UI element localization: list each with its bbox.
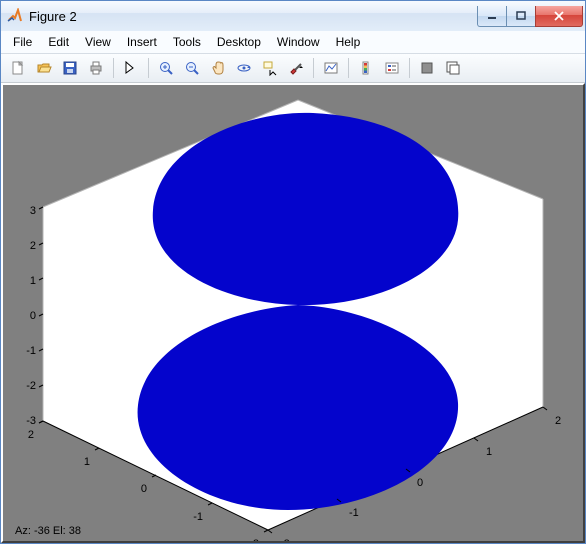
figure-window: Figure 2 File Edit View Insert Tools Des… [0,0,586,544]
pan-button[interactable] [206,56,230,80]
x-tick: 1 [486,446,492,458]
menu-window[interactable]: Window [269,33,328,51]
z-tick: -3 [26,415,36,427]
toolbar [1,54,585,83]
matlab-icon [7,8,23,24]
open-button[interactable] [32,56,56,80]
view-angle-status: Az: -36 El: 38 [15,525,81,537]
y-tick: 2 [28,429,34,441]
edit-plot-button[interactable] [119,56,143,80]
save-button[interactable] [58,56,82,80]
show-tools-button[interactable] [441,56,465,80]
x-tick: -2 [280,538,290,541]
hide-tools-button[interactable] [415,56,439,80]
y-tick: 1 [84,456,90,468]
toolbar-separator [409,58,410,78]
menu-view[interactable]: View [77,33,119,51]
y-tick: 0 [141,483,147,495]
x-tick: 2 [555,415,561,427]
minimize-button[interactable] [477,6,507,27]
z-tick: 0 [30,310,36,322]
menu-tools[interactable]: Tools [165,33,209,51]
z-tick: 2 [30,240,36,252]
toolbar-separator [148,58,149,78]
x-tick: -1 [349,507,359,519]
y-tick: -1 [193,511,203,523]
close-button[interactable] [535,6,583,27]
y-tick: -2 [249,538,259,541]
link-plot-button[interactable] [319,56,343,80]
z-tick: 1 [30,275,36,287]
print-button[interactable] [84,56,108,80]
menu-help[interactable]: Help [328,33,369,51]
toolbar-separator [313,58,314,78]
z-tick: 3 [30,205,36,217]
zoom-in-button[interactable] [154,56,178,80]
menu-insert[interactable]: Insert [119,33,165,51]
x-tick: 0 [417,477,423,489]
window-title: Figure 2 [29,9,478,24]
toolbar-separator [348,58,349,78]
rotate-3d-button[interactable] [232,56,256,80]
axes-3d[interactable]: 3 2 1 0 -1 -2 -3 2 1 0 [3,85,581,541]
window-controls [478,6,583,26]
menu-desktop[interactable]: Desktop [209,33,269,51]
toolbar-separator [113,58,114,78]
insert-legend-button[interactable] [380,56,404,80]
maximize-button[interactable] [506,6,536,27]
zoom-out-button[interactable] [180,56,204,80]
z-tick: -2 [26,380,36,392]
figure-canvas[interactable]: 3 2 1 0 -1 -2 -3 2 1 0 [1,83,585,543]
menu-file[interactable]: File [5,33,40,51]
menu-bar: File Edit View Insert Tools Desktop Wind… [1,31,585,54]
data-cursor-button[interactable] [258,56,282,80]
new-figure-button[interactable] [6,56,30,80]
z-tick: -1 [26,345,36,357]
title-bar: Figure 2 [1,1,585,31]
brush-button[interactable] [284,56,308,80]
menu-edit[interactable]: Edit [40,33,77,51]
insert-colorbar-button[interactable] [354,56,378,80]
